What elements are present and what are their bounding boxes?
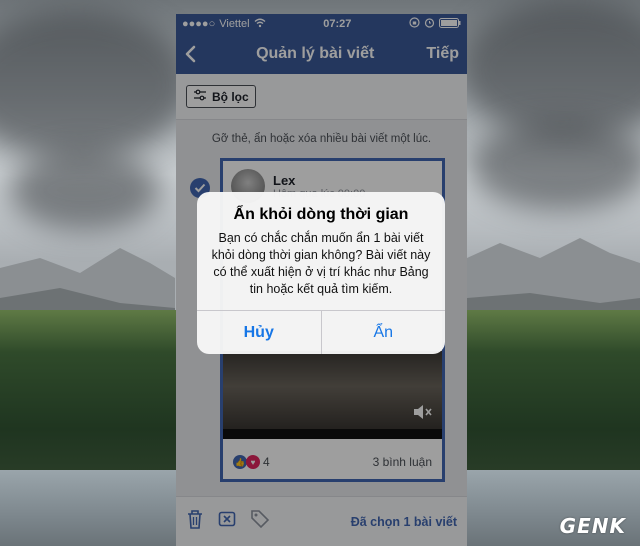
phone-screen: ●●●●○ Viettel 07:27 Quản lý bài viết Tiế…	[176, 14, 467, 546]
cancel-button[interactable]: Hủy	[197, 311, 321, 354]
dialog-message: Bạn có chắc chắn muốn ẩn 1 bài viết khỏi…	[211, 231, 431, 296]
hide-confirm-button[interactable]: Ẩn	[322, 311, 446, 354]
watermark-logo: GENK	[559, 514, 626, 538]
dialog-title: Ẩn khỏi dòng thời gian	[233, 206, 409, 223]
confirm-dialog: Ẩn khỏi dòng thời gian Bạn có chắc chắn …	[197, 192, 445, 354]
dialog-actions: Hủy Ẩn	[197, 310, 445, 354]
